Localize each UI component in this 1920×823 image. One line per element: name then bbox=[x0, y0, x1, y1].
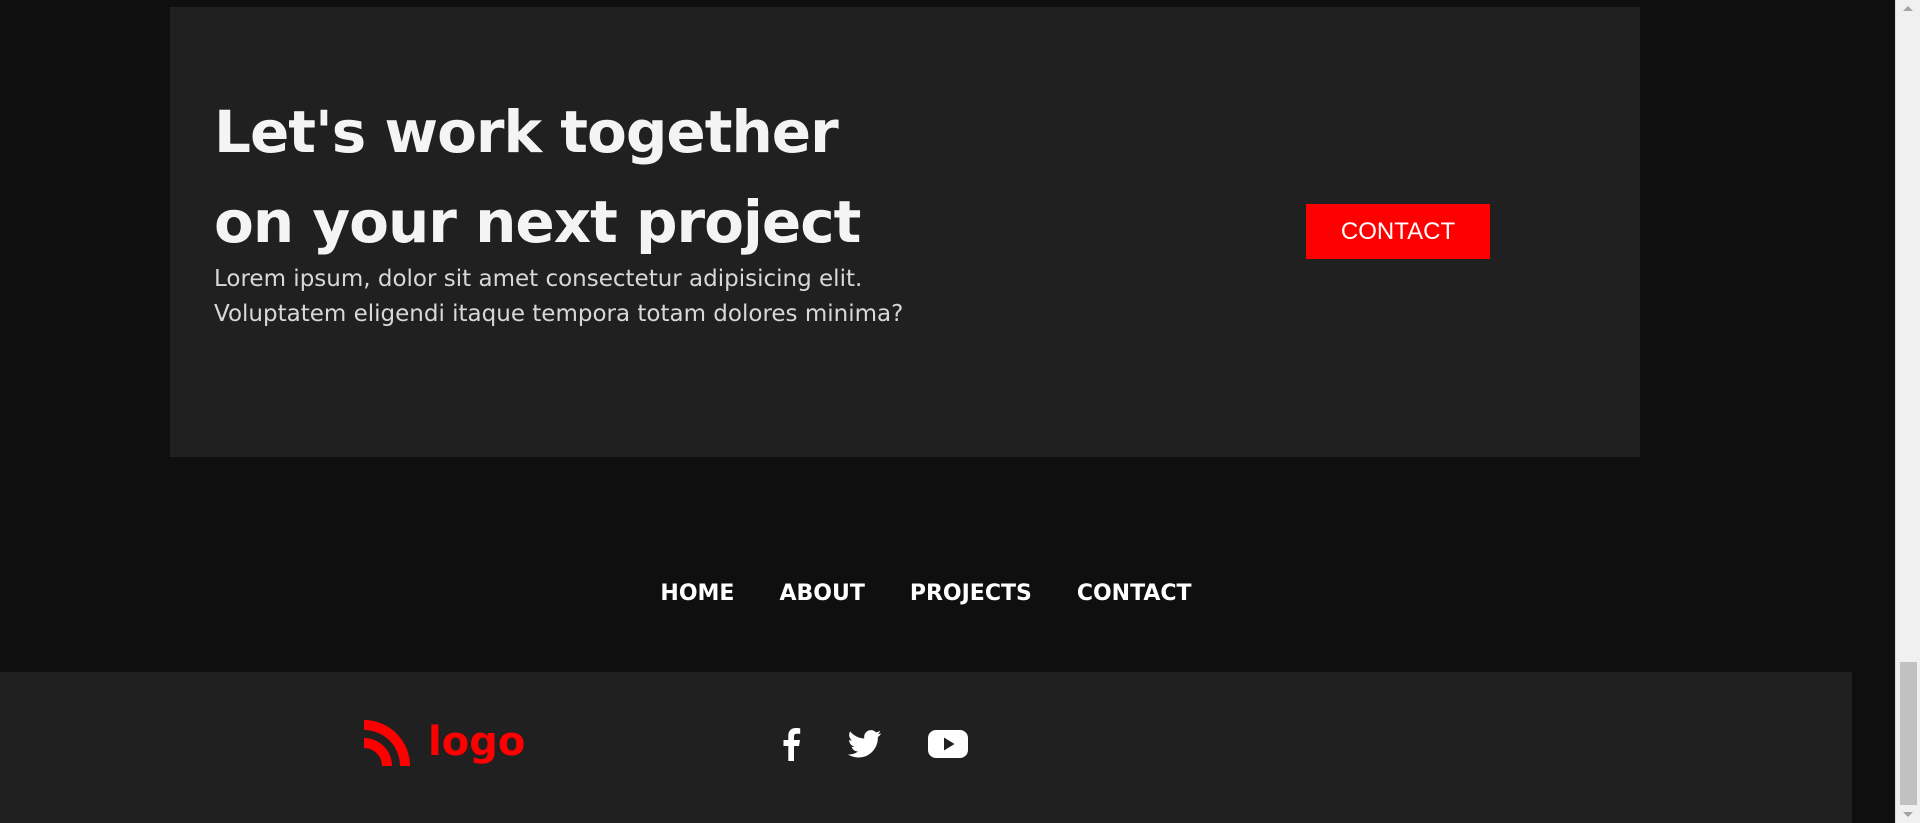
cta-title: Let's work together on your next project bbox=[214, 98, 861, 256]
nav-link-projects[interactable]: PROJECTS bbox=[910, 574, 1032, 614]
scroll-down-arrow-icon[interactable] bbox=[1903, 812, 1913, 817]
page: Let's work together on your next project… bbox=[0, 0, 1920, 823]
cta-card: Let's work together on your next project… bbox=[170, 7, 1640, 457]
facebook-icon[interactable] bbox=[780, 727, 802, 765]
logo[interactable]: logo bbox=[360, 714, 525, 770]
twitter-icon[interactable] bbox=[847, 730, 882, 762]
social-links bbox=[780, 727, 968, 765]
scroll-thumb[interactable] bbox=[1900, 662, 1917, 805]
nav-link-about[interactable]: ABOUT bbox=[779, 574, 864, 614]
youtube-icon[interactable] bbox=[928, 729, 968, 763]
contact-button[interactable]: CONTACT bbox=[1306, 204, 1490, 259]
cta-description: Lorem ipsum, dolor sit amet consectetur … bbox=[214, 266, 904, 327]
nav-link-home[interactable]: HOME bbox=[660, 574, 734, 614]
nav-link-contact[interactable]: CONTACT bbox=[1077, 574, 1192, 614]
footer-nav: HOME ABOUT PROJECTS CONTACT bbox=[0, 574, 1852, 614]
scroll-up-arrow-icon[interactable] bbox=[1903, 6, 1913, 11]
footer-bar: logo bbox=[0, 672, 1852, 823]
logo-text: logo bbox=[428, 719, 526, 765]
rss-icon bbox=[364, 720, 410, 766]
scrollbar[interactable] bbox=[1895, 0, 1920, 823]
